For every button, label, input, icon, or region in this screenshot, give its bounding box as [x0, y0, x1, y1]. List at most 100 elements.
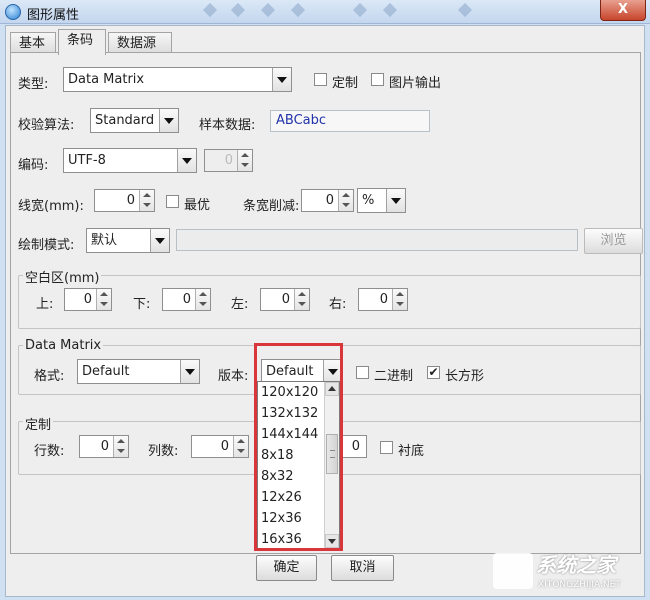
version-value: Default	[266, 364, 314, 379]
check-algorithm-value: Standard	[95, 113, 155, 128]
toolbar-ghost-icon	[202, 2, 218, 18]
data-matrix-title: Data Matrix	[23, 338, 104, 353]
toolbar-ghost-icon	[382, 2, 398, 18]
rectangle-label: 长方形	[445, 369, 485, 384]
format-select[interactable]: Default	[77, 359, 200, 384]
close-button[interactable]: X	[600, 0, 646, 21]
quiet-right-label: 右:	[329, 297, 347, 312]
toolbar-ghost-icon	[352, 2, 368, 18]
version-label: 版本:	[218, 369, 249, 384]
encoding-label: 编码:	[18, 158, 49, 173]
cols-stepper[interactable]: 0	[191, 435, 249, 458]
toolbar-ghost-icon	[230, 2, 246, 18]
background-label: 衬底	[398, 444, 425, 459]
list-item[interactable]: 120x120	[261, 382, 318, 403]
draw-mode-value: 默认	[91, 233, 118, 248]
tab-basic[interactable]: 基本	[10, 32, 56, 54]
sample-data-label: 样本数据:	[199, 118, 256, 133]
quiet-left-label: 左:	[231, 297, 249, 312]
stepper-arrows-icon[interactable]	[392, 289, 407, 310]
quiet-zone-title: 空白区(mm)	[23, 267, 102, 286]
quiet-bottom-label: 下:	[133, 297, 151, 312]
app-icon	[5, 4, 21, 20]
stepper-arrows-icon[interactable]	[338, 190, 353, 211]
cancel-button[interactable]: 取消	[331, 555, 394, 581]
cols-label: 列数:	[148, 444, 179, 459]
ok-button[interactable]: 确定	[256, 555, 317, 581]
browse-button[interactable]: 浏览	[584, 228, 643, 254]
scroll-thumb[interactable]	[326, 434, 338, 474]
list-item[interactable]: 144x144	[261, 424, 318, 445]
toolbar-ghost-icon	[457, 2, 473, 18]
stepper-arrows-icon[interactable]	[195, 289, 210, 310]
type-select[interactable]: Data Matrix	[63, 67, 292, 92]
custom-checkbox[interactable]	[314, 73, 327, 86]
quiet-top-label: 上:	[36, 297, 54, 312]
check-algorithm-label: 校验算法:	[18, 118, 75, 133]
image-output-label: 图片输出	[389, 76, 442, 91]
image-output-checkbox[interactable]	[371, 73, 384, 86]
list-item[interactable]: 8x18	[261, 445, 294, 466]
toolbar-ghost-icon	[290, 2, 306, 18]
version-dropdown-list[interactable]: 120x120 132x132 144x144 8x18 8x32 12x26 …	[257, 381, 340, 549]
draw-mode-label: 绘制模式:	[18, 238, 75, 253]
binary-checkbox[interactable]	[356, 366, 369, 379]
window-title: 图形属性	[27, 8, 80, 23]
chevron-down-icon[interactable]	[272, 68, 291, 91]
encoding-value: UTF-8	[68, 153, 106, 168]
watermark-subtext: XITONGZHIJIA.NET	[538, 580, 621, 590]
bar-reduce-stepper[interactable]: 0	[301, 189, 354, 212]
watermark-logo-icon	[493, 553, 533, 589]
quiet-left-stepper[interactable]: 0	[260, 288, 310, 311]
line-width-stepper[interactable]: 0	[94, 189, 155, 212]
quiet-top-stepper[interactable]: 0	[64, 288, 112, 311]
rows-label: 行数:	[34, 444, 65, 459]
rows-stepper[interactable]: 0	[79, 435, 129, 458]
draw-mode-select[interactable]: 默认	[86, 228, 170, 253]
list-item[interactable]: 132x132	[261, 403, 318, 424]
chevron-down-icon[interactable]	[159, 109, 178, 132]
encoding-extra-stepper: 0	[204, 149, 253, 172]
chevron-down-icon[interactable]	[323, 360, 342, 383]
optimal-label: 最优	[184, 198, 211, 213]
sample-data-field[interactable]: ABCabc	[270, 110, 430, 132]
stepper-arrows-icon[interactable]	[233, 436, 248, 457]
stepper-arrows-icon	[237, 150, 252, 171]
format-label: 格式:	[34, 369, 65, 384]
list-item[interactable]: 16x36	[261, 529, 302, 548]
bar-reduce-label: 条宽削减:	[243, 199, 300, 214]
type-label: 类型:	[18, 77, 49, 92]
stepper-arrows-icon[interactable]	[139, 190, 154, 211]
stepper-arrows-icon[interactable]	[294, 289, 309, 310]
scroll-down-icon[interactable]	[325, 534, 339, 548]
tab-datasource[interactable]: 数据源	[108, 32, 172, 54]
watermark-text: 系统之家	[536, 553, 616, 577]
quiet-right-stepper[interactable]: 0	[358, 288, 408, 311]
optimal-checkbox[interactable]	[166, 195, 179, 208]
custom-label: 定制	[332, 76, 359, 91]
chevron-down-icon[interactable]	[386, 189, 405, 212]
list-item[interactable]: 8x32	[261, 466, 294, 487]
chevron-down-icon[interactable]	[177, 149, 196, 172]
check-algorithm-select[interactable]: Standard	[90, 108, 179, 133]
chevron-down-icon[interactable]	[180, 360, 199, 383]
rectangle-checkbox[interactable]: ✔	[427, 366, 440, 379]
encoding-select[interactable]: UTF-8	[63, 148, 197, 173]
chevron-down-icon[interactable]	[150, 229, 169, 252]
list-item[interactable]: 12x26	[261, 487, 302, 508]
toolbar-ghost-icon	[260, 2, 276, 18]
scroll-up-icon[interactable]	[325, 382, 339, 396]
stepper-arrows-icon[interactable]	[113, 436, 128, 457]
title-bar[interactable]: 图形属性 X	[0, 0, 650, 24]
unit-select[interactable]: %	[357, 188, 406, 213]
list-item[interactable]: 12x36	[261, 508, 302, 529]
stepper-arrows-icon[interactable]	[96, 289, 111, 310]
quiet-bottom-stepper[interactable]: 0	[162, 288, 211, 311]
type-value: Data Matrix	[68, 72, 145, 87]
tab-barcode[interactable]: 条码	[58, 29, 106, 55]
background-checkbox[interactable]	[380, 441, 393, 454]
draw-mode-path-field	[176, 229, 578, 251]
unit-value: %	[362, 193, 375, 208]
format-value: Default	[82, 364, 130, 379]
dropdown-scrollbar[interactable]	[324, 382, 339, 548]
